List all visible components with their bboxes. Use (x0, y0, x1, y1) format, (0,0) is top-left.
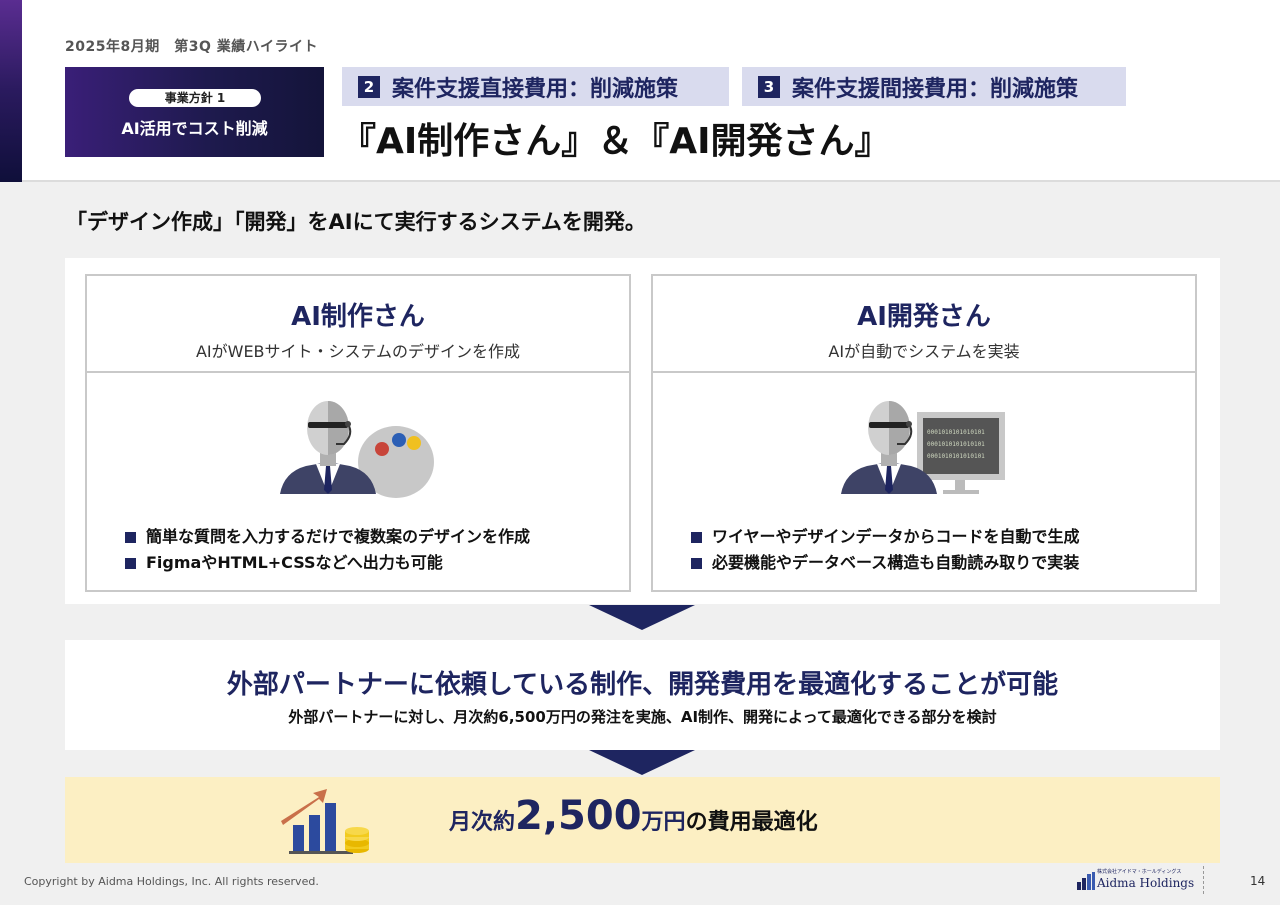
square-bullet-icon (125, 531, 136, 543)
tag-direct-cost: 2 案件支援直接費用：削減施策 (342, 67, 729, 106)
robot-palette-icon (87, 394, 629, 504)
header: 2025年8月期 第3Q 業績ハイライト 事業方針 1 AI活用でコスト削減 2… (0, 0, 1280, 182)
tag-number: 2 (358, 75, 380, 98)
page-number: 14 (1250, 874, 1266, 888)
growth-chart-coins-icon (279, 783, 373, 861)
card-subtitle: AIがWEBサイト・システムのデザインを作成 (195, 342, 521, 361)
tag-indirect-cost: 3 案件支援間接費用：削減施策 (742, 67, 1126, 106)
accent-bar (0, 0, 22, 182)
bullet-item: ワイヤーやデザインデータからコードを自動で生成 (691, 524, 1080, 550)
policy-label: 事業方針 1 (129, 89, 261, 107)
result-box: 外部パートナーに依頼している制作、開発費用を最適化することが可能 外部パートナー… (65, 640, 1220, 750)
tag-label: 案件支援直接費用：削減施策 (392, 76, 679, 102)
bullet-item: 簡単な質問を入力するだけで複数案のデザインを作成 (125, 524, 530, 550)
lead-text: 「デザイン作成」「開発」をAIにて実行するシステムを開発。 (66, 210, 646, 234)
card-title: AI制作さん (291, 302, 425, 332)
result-title: 外部パートナーに依頼している制作、開発費用を最適化することが可能 (226, 670, 1059, 700)
card-header: AI開発さん AIが自動でシステムを実装 (653, 276, 1195, 373)
page-title: 『AI制作さん』＆『AI開発さん』 (340, 121, 891, 162)
bullet-list: 簡単な質問を入力するだけで複数案のデザインを作成 FigmaやHTML+CSSな… (125, 524, 530, 576)
down-arrow-icon (589, 750, 695, 775)
final-unit: 万円 (641, 810, 686, 835)
footer-divider (1203, 866, 1204, 894)
period-label: 2025年8月期 第3Q 業績ハイライト (65, 39, 318, 55)
result-subtitle: 外部パートナーに対し、月次約6,500万円の発注を実施、AI制作、開発によって最… (288, 708, 997, 726)
final-amount: 2,500 (515, 793, 642, 839)
card-title: AI開発さん (857, 302, 991, 332)
copyright: Copyright by Aidma Holdings, Inc. All ri… (24, 875, 319, 888)
card-ai-design: AI制作さん AIがWEBサイト・システムのデザインを作成 簡単な質問を入力する… (85, 274, 631, 592)
bullet-item: FigmaやHTML+CSSなどへ出力も可能 (125, 550, 530, 576)
final-prefix: 月次約 (449, 810, 516, 835)
robot-monitor-icon: 0001010101010101 0001010101010101 000101… (653, 394, 1195, 504)
final-highlight: 月次約2,500万円の費用最適化 (65, 777, 1220, 863)
logo-mark-icon (1077, 872, 1095, 890)
final-result-text: 月次約2,500万円の費用最適化 (449, 793, 818, 839)
policy-text: AI活用でコスト削減 (121, 119, 268, 138)
card-subtitle: AIが自動でシステムを実装 (828, 342, 1020, 361)
company-logo: 株式会社アイドマ・ホールディングス Aidma Holdings (1077, 868, 1194, 894)
card-ai-dev: AI開発さん AIが自動でシステムを実装 0001010101010101 00… (651, 274, 1197, 592)
policy-box: 事業方針 1 AI活用でコスト削減 (65, 67, 324, 157)
svg-text:0001010101010101: 0001010101010101 (927, 441, 985, 448)
square-bullet-icon (691, 531, 702, 543)
square-bullet-icon (125, 557, 136, 569)
svg-text:0001010101010101: 0001010101010101 (927, 453, 985, 460)
svg-text:0001010101010101: 0001010101010101 (927, 429, 985, 436)
cards-panel: AI制作さん AIがWEBサイト・システムのデザインを作成 簡単な質問を入力する… (65, 258, 1220, 604)
final-suffix: の費用最適化 (685, 810, 818, 835)
square-bullet-icon (691, 557, 702, 569)
tag-label: 案件支援間接費用：削減施策 (792, 76, 1079, 102)
bullet-list: ワイヤーやデザインデータからコードを自動で生成 必要機能やデータベース構造も自動… (691, 524, 1080, 576)
down-arrow-icon (589, 605, 695, 630)
card-header: AI制作さん AIがWEBサイト・システムのデザインを作成 (87, 276, 629, 373)
tag-number: 3 (758, 75, 780, 98)
bullet-item: 必要機能やデータベース構造も自動読み取りで実装 (691, 550, 1080, 576)
